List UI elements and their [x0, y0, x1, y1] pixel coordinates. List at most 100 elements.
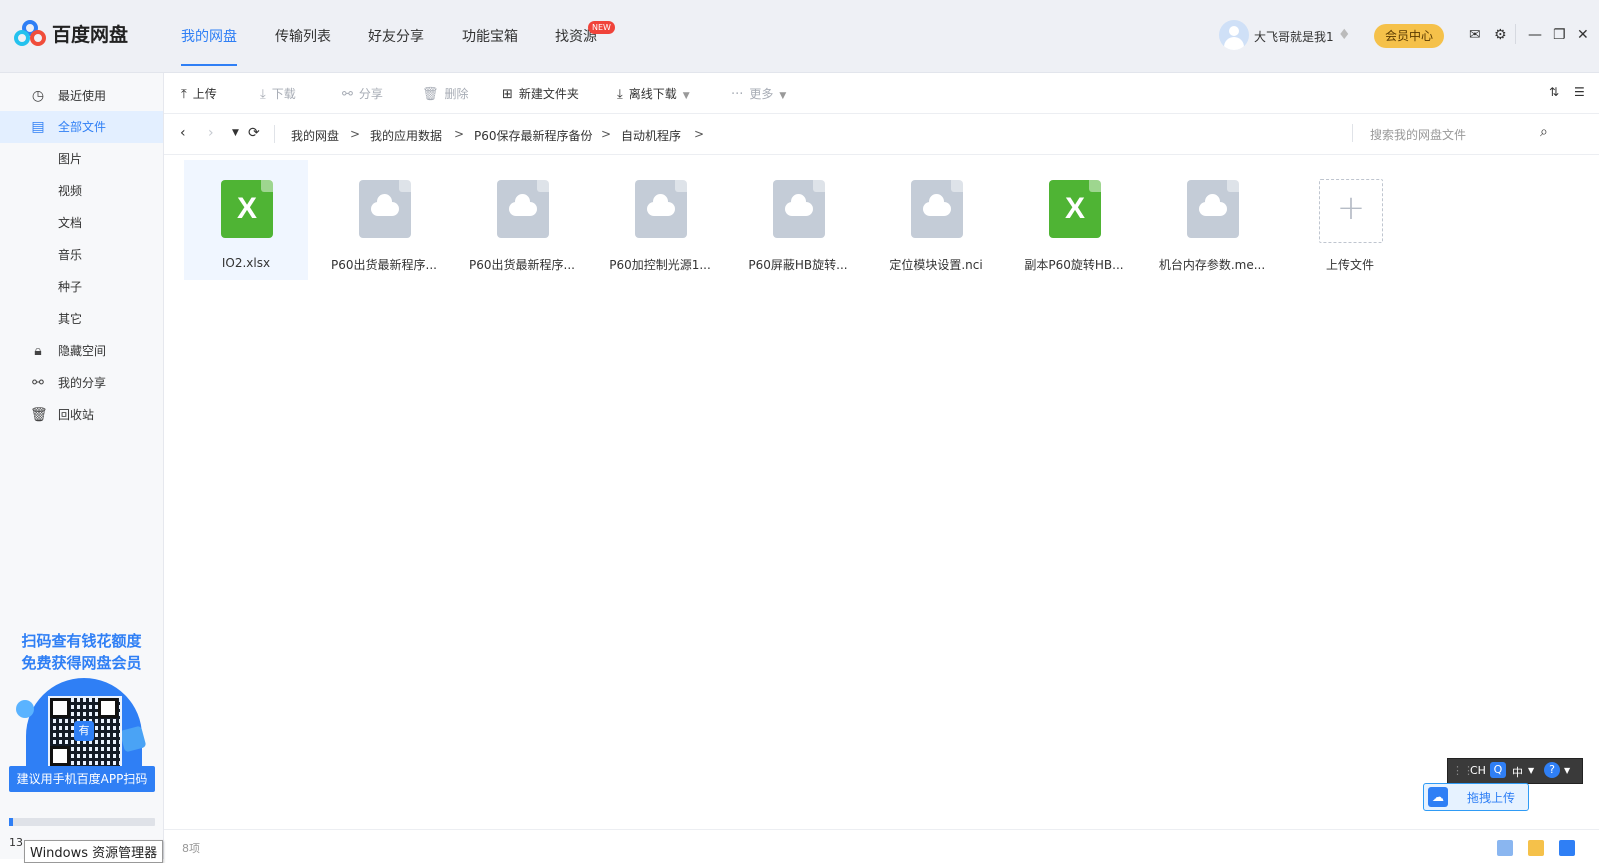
breadcrumb-item-current[interactable]: 自动机程序: [621, 127, 681, 144]
ime-toolbar[interactable]: ⋮⋮ CH Q 中 ▼ ? ▼: [1447, 758, 1583, 784]
breadcrumb-item-root[interactable]: 我的网盘: [291, 127, 339, 144]
list-view-icon[interactable]: ☰: [1574, 85, 1585, 99]
sidebar-item-others[interactable]: 其它: [58, 310, 82, 327]
restore-icon[interactable]: ❐: [1553, 27, 1566, 43]
toolbar: ⤒ 上传 ⤓ 下载 ⚯ 分享 🗑︎ 删除 ⊞ 新建文件夹 ⤓ 离线下载 ▼ ··· 更多 ▼ ⇅ …: [164, 73, 1599, 114]
file-name: P60出货最新程序...: [469, 258, 575, 272]
minimize-icon[interactable]: —: [1528, 27, 1542, 43]
file-name: 副本P60旋转HB...: [1024, 258, 1124, 272]
file-name: P60出货最新程序...: [331, 258, 437, 272]
upload-icon: ⤒: [181, 87, 187, 102]
sidebar-item-images[interactable]: 图片: [58, 150, 82, 167]
ime-lang: CH: [1470, 764, 1486, 777]
breadcrumb-item-backup[interactable]: P60保存最新程序备份: [474, 127, 593, 144]
download-button[interactable]: ⤓ 下载: [260, 85, 296, 102]
offline-download-button[interactable]: ⤓ 离线下载 ▼: [617, 85, 690, 102]
search-icon[interactable]: ⌕: [1540, 124, 1548, 140]
more-icon: ···: [731, 87, 744, 102]
sidebar-item-recent[interactable]: ◷ 最近使用: [0, 80, 163, 112]
tab-my-netdisk[interactable]: 我的网盘: [181, 26, 237, 46]
breadcrumb-separator: >: [454, 127, 465, 141]
upload-file-tile[interactable]: + 上传文件: [1288, 160, 1412, 280]
qr-corner: [50, 746, 70, 766]
file-item[interactable]: 机台内存参数.me...: [1150, 160, 1274, 280]
taskbar-tooltip: Windows 资源管理器: [24, 840, 164, 863]
upload-file-label: 上传文件: [1325, 258, 1374, 272]
file-item[interactable]: P60屏蔽HB旋转...: [736, 160, 860, 280]
username[interactable]: 大飞哥就是我1: [1254, 28, 1334, 45]
gear-icon[interactable]: ⚙: [1494, 27, 1507, 43]
file-name: P60加控制光源1...: [609, 258, 711, 272]
forward-icon[interactable]: ›: [208, 125, 214, 141]
mail-icon[interactable]: ✉: [1469, 27, 1481, 43]
location-pin-icon: [16, 700, 34, 718]
caret-down-icon: ▼: [779, 91, 787, 101]
help-icon: ?: [1544, 762, 1560, 778]
sidebar-item-torrents[interactable]: 种子: [58, 278, 82, 295]
drag-upload-button[interactable]: ☁ 拖拽上传: [1423, 783, 1529, 811]
refresh-icon[interactable]: ⟳: [248, 125, 260, 141]
breadcrumb-separator: >: [601, 127, 612, 141]
sort-icon[interactable]: ⇅: [1549, 85, 1559, 99]
share-button[interactable]: ⚯ 分享: [342, 85, 383, 102]
vip-center-button[interactable]: 会员中心: [1374, 24, 1444, 48]
lock-icon[interactable]: [1559, 840, 1575, 856]
download-icon: ⤓: [260, 87, 266, 102]
file-item[interactable]: 定位模块设置.nci: [874, 160, 998, 280]
upload-plus-box: +: [1319, 179, 1383, 243]
tab-transfer-list[interactable]: 传输列表: [275, 26, 331, 46]
back-icon[interactable]: ‹: [180, 125, 186, 141]
file-name: IO2.xlsx: [221, 256, 271, 270]
file-item[interactable]: X 副本P60旋转HB...: [1012, 160, 1136, 280]
sidebar-item-my-share[interactable]: ⚯ 我的分享: [0, 367, 163, 399]
divider: [1515, 24, 1516, 44]
excel-file-icon: X: [221, 180, 273, 238]
new-badge: NEW: [588, 21, 615, 34]
sidebar-item-videos[interactable]: 视频: [58, 182, 82, 199]
sidebar-item-all-files[interactable]: ▤ 全部文件: [0, 111, 163, 143]
qr-corner: [50, 698, 70, 718]
delete-button[interactable]: 🗑︎ 删除: [422, 85, 469, 102]
plus-icon: +: [1336, 188, 1366, 228]
cloud-logo-icon: ☁: [1428, 787, 1448, 807]
avatar[interactable]: [1219, 20, 1249, 50]
history-dropdown-icon[interactable]: ▼: [232, 128, 239, 138]
more-button[interactable]: ··· 更多 ▼: [731, 85, 786, 102]
clock-icon: ◷: [31, 88, 45, 104]
trash-icon: 🗑︎: [422, 87, 439, 102]
active-tab-indicator: [181, 64, 237, 66]
sidebar-item-music[interactable]: 音乐: [58, 246, 82, 263]
sidebar-item-hidden-space[interactable]: 🔒︎ 隐藏空间: [0, 335, 163, 367]
sidebar-item-recycle-bin[interactable]: 🗑︎ 回收站: [0, 399, 163, 431]
close-icon[interactable]: ✕: [1577, 27, 1589, 43]
breadcrumb-separator: >: [694, 127, 705, 141]
status-bar: 8项: [164, 829, 1599, 860]
file-item[interactable]: P60加控制光源1...: [598, 160, 722, 280]
file-item[interactable]: X IO2.xlsx: [184, 160, 308, 280]
diamond-icon[interactable]: ♦: [1338, 27, 1351, 43]
search-input[interactable]: 搜索我的网盘文件: [1370, 126, 1466, 143]
download-icon: ⤓: [617, 87, 623, 102]
new-folder-button[interactable]: ⊞ 新建文件夹: [502, 85, 579, 102]
file-name: P60屏蔽HB旋转...: [748, 258, 848, 272]
promo-scan-button[interactable]: 建议用手机百度APP扫码: [9, 766, 155, 792]
upload-button[interactable]: ⤒ 上传: [181, 85, 217, 102]
cloud-file-icon: [1187, 180, 1239, 238]
document-icon: ▤: [31, 119, 45, 135]
qr-corner: [98, 698, 118, 718]
sidebar-item-docs[interactable]: 文档: [58, 214, 82, 231]
breadcrumb-item-app-data[interactable]: 我的应用数据: [370, 127, 442, 144]
ime-mode: 中: [1512, 766, 1523, 779]
tab-toolbox[interactable]: 功能宝箱: [462, 26, 518, 46]
breadcrumb-bar: ‹ › ▼ ⟳ 我的网盘 > 我的应用数据 > P60保存最新程序备份 > 自动…: [164, 114, 1599, 155]
file-item[interactable]: P60出货最新程序...: [322, 160, 446, 280]
tab-friend-share[interactable]: 好友分享: [368, 26, 424, 46]
upload-arrow-icon[interactable]: [1528, 840, 1544, 856]
apps-icon[interactable]: [1497, 840, 1513, 856]
file-item[interactable]: P60出货最新程序...: [460, 160, 584, 280]
baidu-netdisk-logo-icon: [14, 20, 46, 46]
trash-icon: 🗑︎: [30, 407, 48, 423]
promo-line-1: 扫码查有钱花额度: [21, 632, 142, 650]
file-name: 定位模块设置.nci: [889, 258, 983, 272]
cloud-file-icon: [773, 180, 825, 238]
